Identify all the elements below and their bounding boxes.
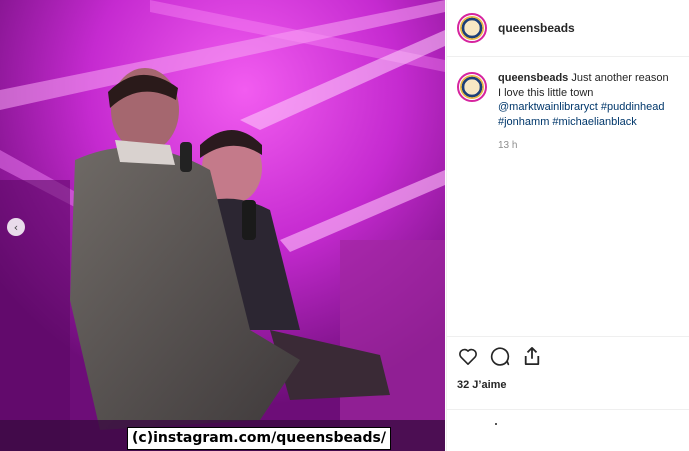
share-icon[interactable] — [521, 345, 543, 367]
caption-comment: queensbeads Just another reason I love t… — [447, 57, 689, 154]
watermark-label: (c)instagram.com/queensbeads/ — [127, 427, 391, 450]
header-username[interactable]: queensbeads — [498, 21, 575, 35]
likes-count[interactable]: 32 J’aime — [457, 379, 680, 391]
post-photo[interactable]: ‹ (c)instagram.com/queensbeads/ — [0, 0, 445, 451]
caption-body: queensbeads Just another reason I love t… — [498, 71, 673, 154]
concert-stage-image — [0, 0, 445, 451]
actions-bar: 32 J’aime — [447, 336, 689, 391]
post-timestamp[interactable]: 13 h — [498, 139, 673, 154]
avatar[interactable] — [457, 13, 487, 43]
tag-link[interactable]: #jonhamm — [498, 116, 549, 128]
avatar-image — [460, 75, 484, 99]
tag-link[interactable]: #michaelianblack — [552, 116, 636, 128]
caption-avatar[interactable] — [457, 72, 487, 102]
tag-link[interactable]: #puddinhead — [601, 101, 665, 113]
chevron-left-icon[interactable]: ‹ — [7, 218, 25, 236]
comment-input-area[interactable] — [447, 409, 689, 451]
caption-username[interactable]: queensbeads — [498, 72, 568, 84]
cursor-dot — [495, 423, 497, 425]
post-side-panel: queensbeads queensbeads Just another rea… — [446, 0, 689, 451]
heart-icon[interactable] — [457, 345, 479, 367]
post-header: queensbeads — [447, 0, 689, 57]
action-icons — [457, 343, 680, 369]
avatar-image — [460, 16, 484, 40]
comment-bubble-icon[interactable] — [489, 345, 511, 367]
tag-link[interactable]: @marktwainlibraryct — [498, 101, 598, 113]
